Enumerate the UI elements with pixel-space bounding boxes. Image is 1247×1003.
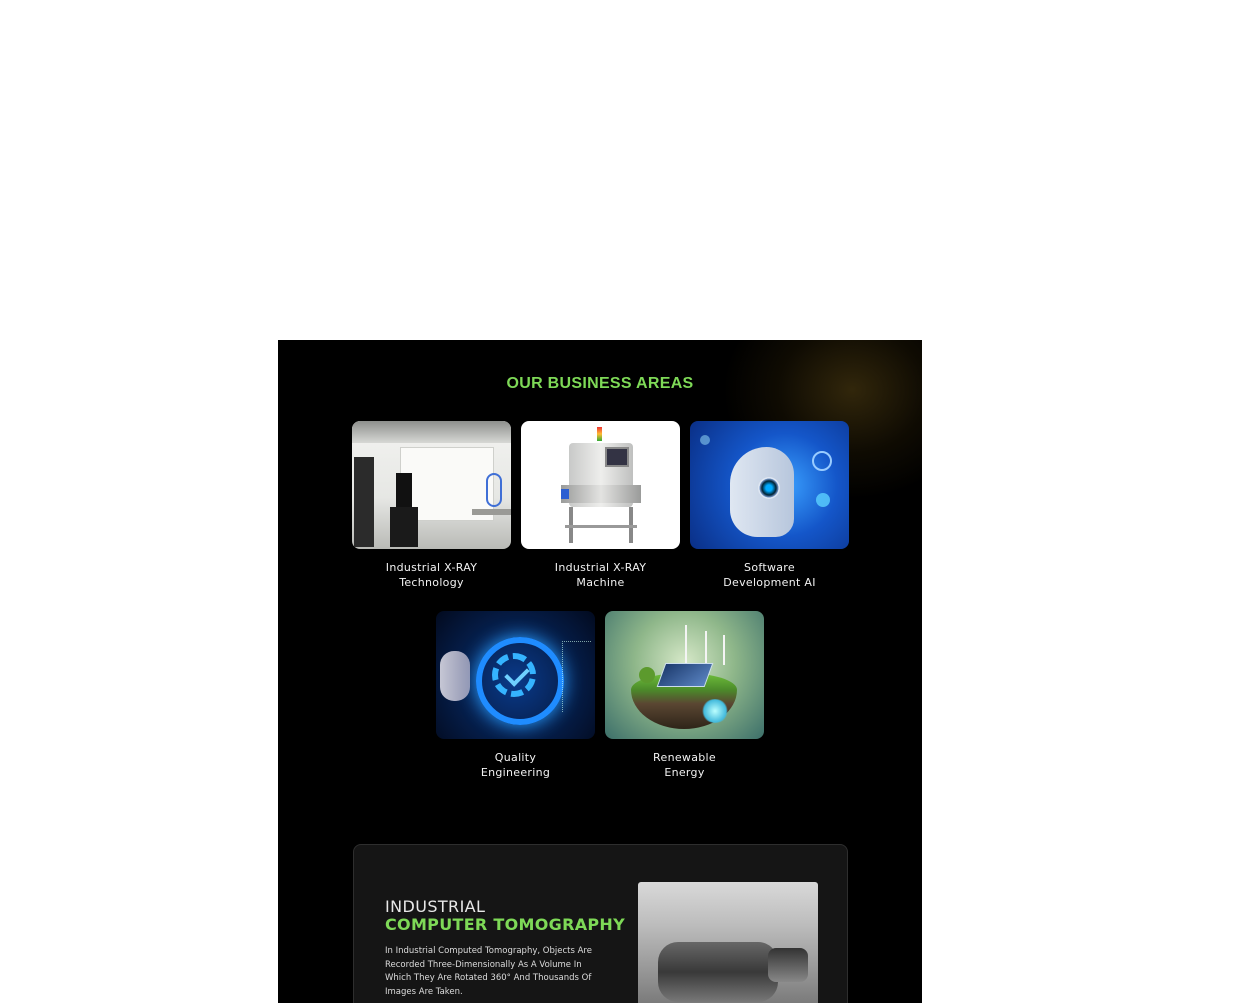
area-caption[interactable]: Industrial X-RAY Technology — [352, 560, 511, 590]
industrial-xray-lab-image[interactable] — [352, 421, 511, 549]
ict-title-line2: COMPUTER TOMOGRAPHY — [385, 915, 625, 934]
business-areas-section: OUR BUSINESS AREAS Industrial X-RAY Tech… — [278, 340, 922, 1003]
area-card-xray-technology[interactable]: Industrial X-RAY Technology — [352, 421, 511, 590]
ict-title-line1: INDUSTRIAL — [385, 897, 486, 916]
area-card-renewable-energy[interactable]: Renewable Energy — [605, 611, 764, 780]
ai-robot-head-image[interactable] — [690, 421, 849, 549]
renewable-energy-image[interactable] — [605, 611, 764, 739]
area-caption[interactable]: Quality Engineering — [436, 750, 595, 780]
area-card-xray-machine[interactable]: Industrial X-RAY Machine — [521, 421, 680, 590]
ct-scan-image — [638, 882, 818, 1003]
section-title: OUR BUSINESS AREAS — [506, 375, 694, 392]
area-card-quality-engineering[interactable]: Quality Engineering — [436, 611, 595, 780]
area-caption[interactable]: Industrial X-RAY Machine — [521, 560, 680, 590]
quality-gear-image[interactable] — [436, 611, 595, 739]
industrial-ct-card: INDUSTRIAL COMPUTER TOMOGRAPHY In Indust… — [353, 844, 848, 1003]
area-caption[interactable]: Renewable Energy — [605, 750, 764, 780]
area-caption[interactable]: Software Development AI — [690, 560, 849, 590]
ict-description: In Industrial Computed Tomography, Objec… — [385, 946, 592, 997]
xray-machine-image[interactable] — [521, 421, 680, 549]
area-card-software-ai[interactable]: Software Development AI — [690, 421, 849, 590]
